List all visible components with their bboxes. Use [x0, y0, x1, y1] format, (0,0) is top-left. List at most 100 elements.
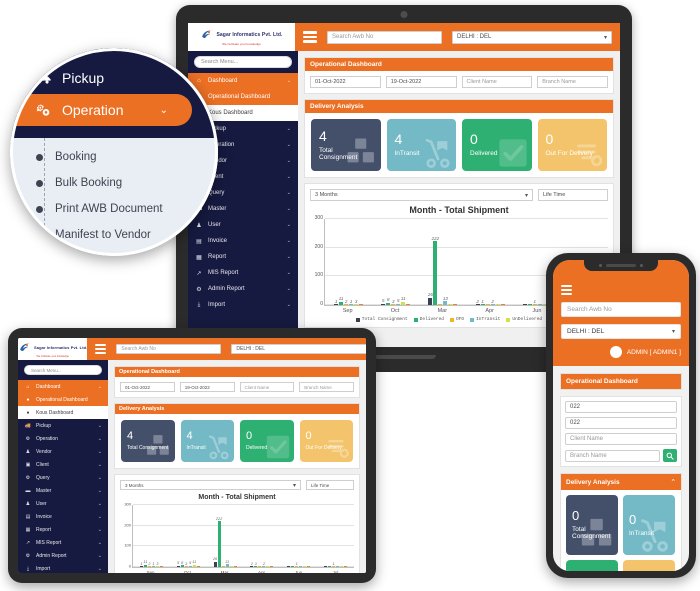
to-date-input[interactable]: 022 — [565, 417, 677, 429]
bar-value-label: 3 — [391, 298, 395, 304]
menu-search-input[interactable]: Search Menu... — [194, 56, 292, 68]
tablet-body: Search Menu... ⌂ Dashboard ⌄ ● Operational D… — [18, 360, 366, 573]
search-input[interactable]: Search Awb No — [327, 30, 442, 44]
delivery-analysis-header[interactable]: Delivery Analysis ⌃ — [561, 474, 681, 490]
gears-icon — [34, 102, 52, 118]
from-date-input[interactable]: 01-Oct-2022 — [310, 76, 381, 88]
kpi-card-out-for-delivery[interactable]: 0Out For Delivery — [299, 420, 353, 462]
devices-mockup-scene: Sagar Informatics Pvt. Ltd. We Cultivate… — [0, 0, 700, 591]
hamburger-icon[interactable] — [95, 344, 107, 354]
user-area[interactable]: ADMIN [ ADMIN1 ] — [561, 346, 681, 358]
search-input[interactable]: Search Awb No — [116, 344, 222, 354]
branch-select[interactable]: DELHI : DEL ▾ — [452, 30, 612, 44]
from-date-input[interactable]: 022 — [565, 401, 677, 413]
kpi-card-total-consignment[interactable]: 4Total Consignment — [311, 119, 381, 171]
kpi-card-delivered[interactable]: 0Delivered — [566, 560, 618, 571]
sidebar-item-pickup[interactable]: 🚚 Pickup ⌄ — [18, 419, 108, 432]
range-select[interactable]: 3 Months ▾ — [120, 480, 301, 490]
hamburger-icon[interactable] — [561, 285, 572, 295]
sidebar-item-query[interactable]: ⚙ Query ⌄ — [18, 471, 108, 484]
client-name-input[interactable]: Client Name — [565, 433, 677, 445]
search-input[interactable]: Search Awb No — [561, 302, 681, 317]
branch-name-input[interactable]: Branch Name — [537, 76, 608, 88]
branch-name-input[interactable]: Branch Name — [299, 382, 354, 392]
bar: 1 — [151, 562, 155, 567]
branch-select[interactable]: DELHI : DEL ▾ — [231, 344, 366, 354]
kpi-card-delivered[interactable]: 0Delivered — [462, 119, 532, 171]
kpi-card-total-consignment[interactable]: 4Total Consignment — [121, 420, 175, 462]
bar: 1 — [295, 562, 299, 567]
sidebar-item-dashboard[interactable]: ⌂ Dashboard ⌄ — [188, 73, 298, 89]
menu-search-input[interactable]: Search Menu... — [24, 365, 102, 375]
bar: 3 — [391, 299, 396, 305]
lifetime-select[interactable]: Life Time — [306, 480, 354, 490]
chevron-down-icon: ▾ — [671, 329, 675, 335]
kpi-card-out-for-delivery[interactable]: 0Out For Delivery — [537, 119, 607, 171]
magnified-submenu-bagging[interactable]: Bagging — [10, 248, 218, 256]
kpi-card-intransit[interactable]: 4 InTransit — [386, 119, 456, 171]
chevron-down-icon: ⌄ — [286, 78, 291, 84]
client-name-input[interactable]: Client Name — [239, 382, 295, 392]
magnified-submenu-print-awb-document[interactable]: Print AWB Document — [10, 196, 218, 222]
range-select[interactable]: 3 Months ▾ — [310, 189, 533, 201]
logo-swirl-icon — [20, 343, 29, 351]
from-date-input[interactable]: 01-Oct-2022 — [120, 382, 175, 392]
client-name-input[interactable]: Client Name — [461, 76, 533, 88]
brand-logo[interactable]: Sagar Informatics Pvt. Ltd. We Cultivate… — [188, 23, 295, 51]
sidebar-item-dashboard[interactable]: ⌂ Dashboard ⌄ — [18, 380, 108, 393]
legend-label: OFD — [455, 317, 465, 322]
bar: 8 — [180, 561, 184, 567]
x-tick-label: Sep — [146, 570, 155, 573]
search-button[interactable] — [663, 449, 677, 462]
sidebar-item-invoice[interactable]: ▤ Invoice ⌄ — [18, 510, 108, 523]
sidebar-item-admin-report[interactable]: ⚙ Admin Report ⌄ — [188, 281, 298, 297]
bar-group: 1 — [280, 505, 317, 567]
lifetime-select[interactable]: Life Time — [538, 189, 608, 201]
bar-value-label: 13 — [224, 559, 230, 564]
legend-item[interactable]: Delivered — [413, 317, 444, 322]
sidebar-item-admin-report[interactable]: ⚙ Admin Report ⌄ — [18, 549, 108, 562]
branch-select[interactable]: DELHI : DEL ▾ — [561, 324, 681, 339]
magnified-submenu-booking[interactable]: Booking — [10, 144, 218, 170]
magnified-submenu-bulk-booking[interactable]: Bulk Booking — [10, 170, 218, 196]
magnified-item-operation[interactable]: Operation ⌄ — [10, 94, 192, 126]
to-date-input[interactable]: 19-Oct-2022 — [179, 382, 235, 392]
legend-item[interactable]: InTransit — [470, 317, 500, 322]
legend-item[interactable]: UnDelivered — [506, 317, 542, 322]
sidebar-item-vendor[interactable]: ♟ Vendor ⌄ — [18, 445, 108, 458]
kpi-card-intransit[interactable]: 4 InTransit — [180, 420, 234, 462]
chevron-down-icon: ⌄ — [97, 565, 102, 572]
to-date-input[interactable]: 19-Oct-2022 — [385, 76, 457, 88]
branch-name-input[interactable]: Branch Name — [565, 449, 660, 462]
bar-group: 26 222 13 — [207, 505, 244, 567]
sidebar-item-kous-dashboard[interactable]: ● Kous Dashboard — [18, 406, 108, 419]
magnified-submenu-manifest-to-vendor[interactable]: Manifest to Vendor — [10, 222, 218, 248]
magnified-item-label: Pickup — [62, 70, 105, 86]
sidebar-item-mis-report[interactable]: ↗ MIS Report ⌄ — [188, 265, 298, 281]
sidebar-item-master[interactable]: ▬ Master ⌄ — [18, 484, 108, 497]
sidebar-item-import[interactable]: ⤓ Import ⌄ — [18, 562, 108, 573]
kpi-card-delivered[interactable]: 0Delivered — [240, 420, 294, 462]
legend-item[interactable]: Total Consignment — [355, 317, 408, 322]
sidebar-item-import[interactable]: ⤓ Import ⌄ — [188, 297, 298, 313]
bar-value-label: 2 — [476, 298, 479, 304]
sidebar-item-report[interactable]: ▦ Report ⌄ — [18, 523, 108, 536]
legend-item[interactable]: OFD — [449, 317, 465, 322]
user-name: ADMIN [ ADMIN1 ] — [626, 348, 681, 356]
kpi-card-intransit[interactable]: 0 InTransit — [623, 495, 675, 555]
x-tick-label: Jun — [294, 570, 303, 573]
bar — [485, 304, 490, 305]
hamburger-icon[interactable] — [303, 31, 317, 43]
brand-logo[interactable]: Sagar Informatics Pvt. Ltd. We Cultivate… — [18, 338, 88, 360]
chevron-down-icon: ⌄ — [286, 174, 291, 180]
sidebar-item-operational-dashboard[interactable]: ● Operational Dashboard — [18, 393, 108, 406]
sidebar-item-operation[interactable]: ⚙ Operation ⌄ — [18, 432, 108, 445]
sidebar-item-user[interactable]: ♟ User ⌄ — [18, 497, 108, 510]
kpi-card-out-for-delivery[interactable]: 0Out For Delivery — [623, 560, 675, 571]
sidebar-item-mis-report[interactable]: ↗ MIS Report ⌄ — [18, 536, 108, 549]
magnified-item-label: Operation — [62, 102, 124, 118]
chevron-down-icon: ⌄ — [286, 302, 291, 308]
sidebar-item-client[interactable]: ▣ Client ⌄ — [18, 458, 108, 471]
chevron-down-icon: ⌄ — [286, 190, 291, 196]
kpi-card-total-consignment[interactable]: 0Total Consignment — [566, 495, 618, 555]
